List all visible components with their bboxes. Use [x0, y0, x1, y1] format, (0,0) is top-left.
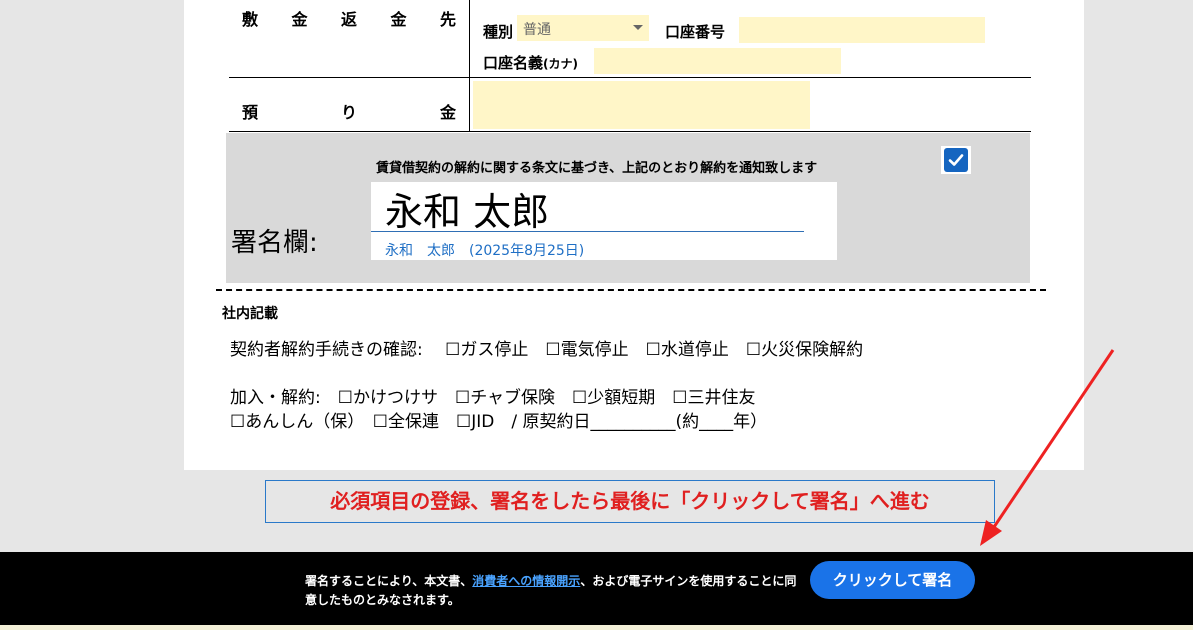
insurance-line-2: ☐あんしん（保） ☐全保連 ☐JID / 原契約日__________(約___…	[230, 412, 768, 432]
click-to-sign-button[interactable]: クリックして署名	[810, 561, 975, 599]
account-type-value: 普通	[523, 22, 551, 38]
row-label-cell: 預り金	[229, 78, 470, 131]
signature-name: 永和 太郎	[385, 190, 550, 234]
row-label-cell: 敷金返金先	[229, 0, 470, 77]
consumer-disclosure-link[interactable]: 消費者への情報開示	[472, 574, 580, 588]
account-name-label-text: 口座名義	[483, 54, 544, 72]
account-name-label: 口座名義(カナ)	[483, 52, 578, 73]
refund-destination-label: 敷金返金先	[242, 10, 456, 29]
agreement-text: 賃貸借契約の解約に関する条文に基づき、上記のとおり解約を通知致します	[376, 161, 818, 176]
deposit-input[interactable]	[473, 81, 810, 129]
signature-caption: 永和 太郎 (2025年8月25日)	[385, 243, 585, 259]
account-number-label: 口座番号	[665, 23, 726, 41]
section-divider	[216, 289, 1046, 291]
account-name-input[interactable]	[594, 48, 841, 74]
account-type-label: 種別	[483, 23, 514, 41]
footer-bar: 署名することにより、本文書、消費者への情報開示、および電子サインを使用することに…	[0, 552, 1193, 625]
account-name-kana: (カナ)	[543, 57, 578, 71]
instruction-banner: 必須項目の登録、署名をしたら最後に「クリックして署名」へ進む	[265, 480, 995, 523]
checkmark-icon	[944, 148, 968, 172]
footer-bottom-strip	[0, 625, 1193, 630]
termination-check-line: 契約者解約手続きの確認: ☐ガス停止 ☐電気停止 ☐水道停止 ☐火災保険解約	[230, 340, 864, 360]
agreement-checkbox[interactable]	[941, 146, 971, 174]
account-number-input[interactable]	[739, 17, 985, 43]
insurance-line-1: 加入・解約: ☐かけつけサ ☐チャブ保険 ☐少額短期 ☐三井住友	[230, 388, 756, 408]
signature-field[interactable]: 永和 太郎 永和 太郎 (2025年8月25日)	[371, 182, 837, 260]
consent-text: 署名することにより、本文書、消費者への情報開示、および電子サインを使用することに…	[305, 572, 805, 610]
deposit-label: 預り金	[242, 103, 456, 122]
internal-section-title: 社内記載	[222, 306, 278, 322]
signature-label: 署名欄:	[231, 228, 318, 258]
signature-underline	[371, 231, 804, 232]
consent-text-before: 署名することにより、本文書、	[305, 574, 473, 588]
account-type-select[interactable]: 普通	[517, 15, 649, 41]
chevron-down-icon	[633, 25, 643, 30]
